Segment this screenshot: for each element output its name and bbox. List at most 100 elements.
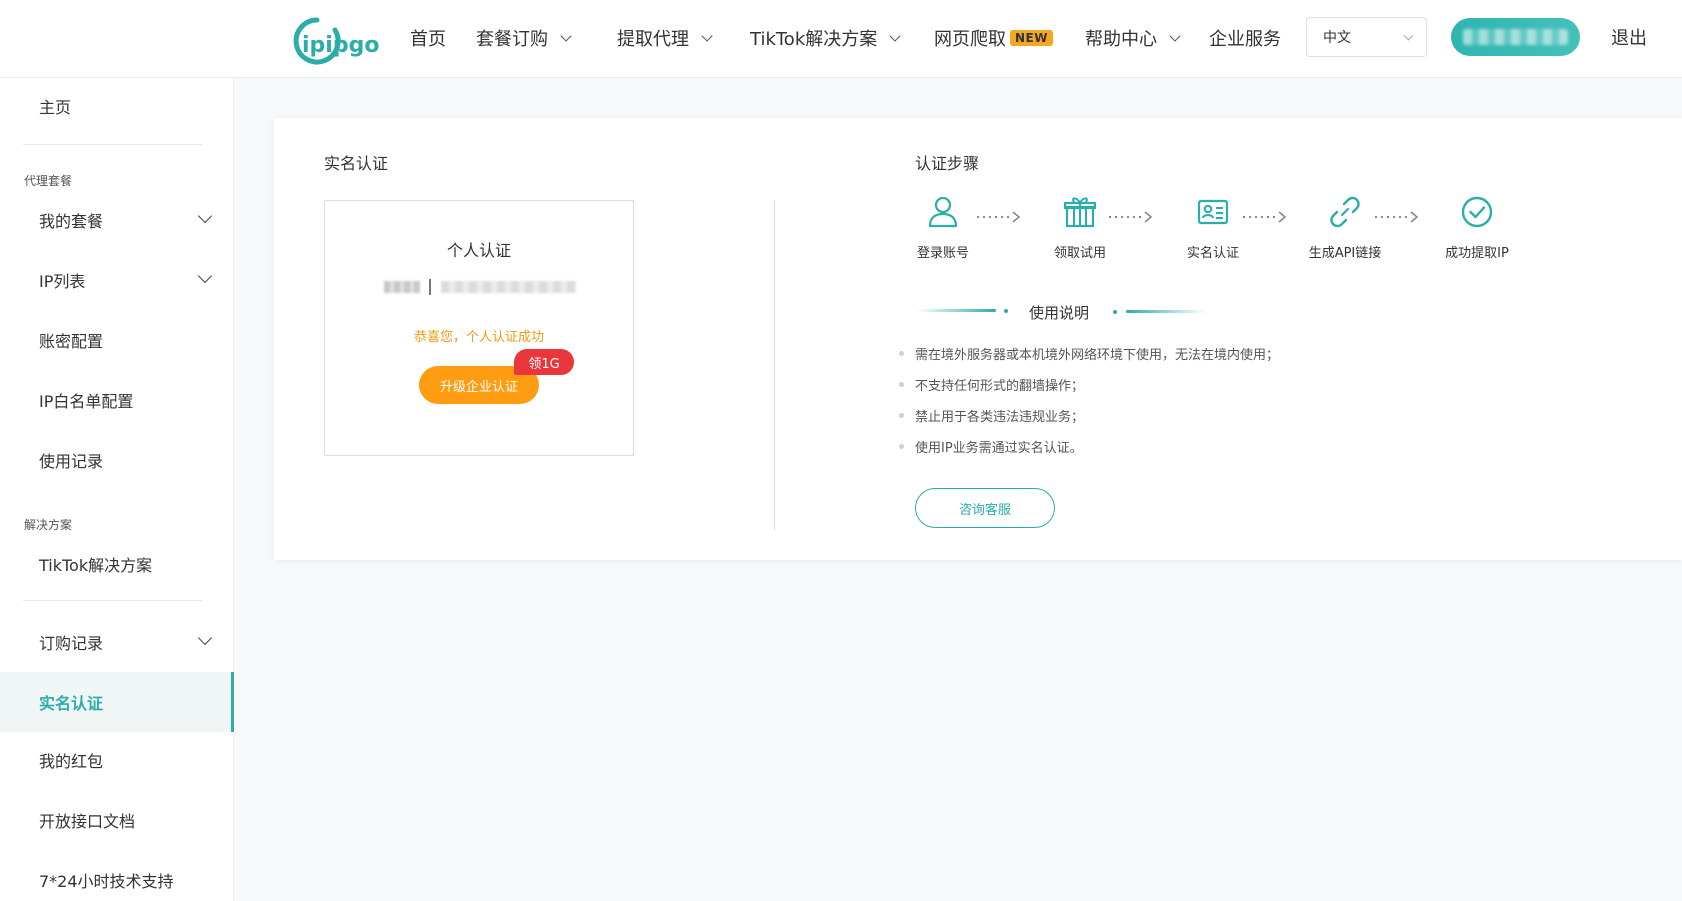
nav-crawl[interactable]: 网页爬取 NEW (934, 24, 1053, 52)
separator (429, 279, 431, 295)
step-label: 生成API链接 (1308, 246, 1382, 261)
nav-tiktok[interactable]: TikTok解决方案 (750, 24, 901, 52)
usage-title: 使用说明 (1029, 304, 1090, 322)
usage-note: 使用IP业务需通过实名认证。 (899, 437, 1083, 456)
usage-note: 禁止用于各类违法违规业务； (898, 406, 1084, 425)
masked-name (384, 281, 420, 293)
chevron-down-icon (889, 29, 901, 42)
dotted-arrow-icon (1242, 208, 1288, 223)
language-value: 中文 (1323, 30, 1351, 46)
dotted-arrow-icon (1374, 208, 1420, 223)
dotted-arrow-icon (1108, 208, 1154, 223)
decorative-dot (1113, 310, 1117, 314)
sidebar-item-real-name[interactable]: 实名认证 (0, 672, 234, 732)
section-title-steps: 认证步骤 (915, 154, 980, 173)
chevron-down-icon (197, 268, 213, 284)
decorative-dot (1004, 309, 1008, 313)
dotted-arrow-icon (976, 208, 1022, 223)
step-label: 实名认证 (1186, 246, 1239, 261)
decorative-line (916, 309, 996, 312)
sidebar-divider (23, 600, 202, 601)
sidebar-item-label: 实名认证 (39, 694, 104, 713)
id-card-icon (1193, 192, 1233, 232)
step-api-link: 生成API链接 (1290, 192, 1400, 261)
sidebar-section-proxy: 代理套餐 (24, 174, 73, 188)
chevron-down-icon (701, 29, 713, 42)
user-account-button[interactable] (1451, 18, 1580, 56)
sidebar-item-label: IP列表 (39, 272, 86, 291)
sidebar-item-label: 主页 (39, 98, 72, 117)
usage-note: 需在境外服务器或本机境外网络环境下使用，无法在境内使用； (898, 344, 1279, 363)
sidebar-item-label: TikTok解决方案 (39, 556, 153, 575)
language-select[interactable]: 中文 (1306, 17, 1427, 57)
nav-help-label: 帮助中心 (1085, 29, 1157, 50)
nav-enterprise[interactable]: 企业服务 (1209, 24, 1281, 52)
nav-extract-label: 提取代理 (617, 29, 689, 50)
step-login: 登录账号 (888, 192, 998, 261)
sidebar-item-label: 我的套餐 (39, 212, 104, 231)
sidebar-divider (23, 144, 202, 145)
verification-success-text: 恭喜您，个人认证成功 (413, 330, 544, 345)
check-circle-icon (1457, 192, 1497, 232)
step-trial: 领取试用 (1025, 192, 1135, 261)
chevron-down-icon (560, 29, 572, 42)
masked-username (1463, 29, 1568, 45)
svg-text:ipipgo: ipipgo (302, 33, 379, 58)
sidebar-item-tiktok[interactable]: TikTok解决方案 (0, 536, 234, 592)
sidebar-item-label: 订购记录 (39, 634, 104, 653)
step-extract-ip: 成功提取IP (1422, 192, 1532, 261)
consult-service-button[interactable]: 咨询客服 (915, 488, 1055, 528)
nav-packages[interactable]: 套餐订购 (476, 24, 572, 52)
logout-link[interactable]: 退出 (1611, 24, 1647, 50)
sidebar-section-solutions: 解决方案 (24, 518, 73, 532)
masked-identity-info (384, 279, 576, 295)
top-header: ipipgo 首页 套餐订购 提取代理 TikTok解决方案 网页爬取 NEW … (0, 0, 1682, 78)
chevron-down-icon (1169, 29, 1181, 42)
new-badge: NEW (1010, 30, 1053, 46)
sidebar-item-support[interactable]: 7*24小时技术支持 (0, 852, 234, 901)
link-icon (1325, 192, 1365, 232)
sidebar-item-account-config[interactable]: 账密配置 (0, 312, 234, 368)
nav-packages-label: 套餐订购 (476, 29, 548, 50)
ipipgo-logo[interactable]: ipipgo (287, 14, 399, 68)
step-label: 领取试用 (1053, 246, 1106, 261)
nav-tiktok-label: TikTok解决方案 (750, 29, 878, 50)
decorative-line (1126, 310, 1206, 313)
chevron-down-icon (197, 208, 213, 224)
section-title-real-name: 实名认证 (324, 154, 389, 173)
user-icon (923, 192, 963, 232)
sidebar-item-label: 我的红包 (39, 752, 104, 771)
sidebar-item-red-packets[interactable]: 我的红包 (0, 732, 234, 788)
sidebar-item-label: 账密配置 (39, 332, 104, 351)
sidebar-item-usage-records[interactable]: 使用记录 (0, 432, 234, 488)
usage-note: 不支持任何形式的翻墙操作； (898, 375, 1084, 394)
sidebar-item-label: IP白名单配置 (39, 392, 134, 411)
sidebar-item-label: 7*24小时技术支持 (39, 872, 174, 891)
sidebar-item-order-records[interactable]: 订购记录 (0, 614, 234, 670)
nav-home[interactable]: 首页 (410, 24, 446, 52)
verification-card: 实名认证 个人认证 恭喜您，个人认证成功 升级企业认证 领1G 认证步骤 登录账… (274, 118, 1682, 560)
nav-extract[interactable]: 提取代理 (617, 24, 713, 52)
nav-crawl-label: 网页爬取 (934, 29, 1006, 50)
gift-icon (1060, 192, 1100, 232)
nav-help[interactable]: 帮助中心 (1085, 24, 1181, 52)
step-label: 登录账号 (916, 246, 969, 261)
sidebar-item-label: 开放接口文档 (39, 812, 136, 831)
sidebar-item-ip-list[interactable]: IP列表 (0, 252, 234, 308)
sidebar: 主页 代理套餐 我的套餐 IP列表 账密配置 IP白名单配置 使用记录 解决方案… (0, 78, 234, 901)
chevron-down-icon (1403, 30, 1414, 41)
sidebar-item-whitelist[interactable]: IP白名单配置 (0, 372, 234, 428)
personal-verification-box: 个人认证 恭喜您，个人认证成功 升级企业认证 领1G (324, 200, 634, 456)
nav-enterprise-label: 企业服务 (1209, 29, 1281, 50)
gift-badge: 领1G (514, 349, 574, 375)
sidebar-item-label: 使用记录 (39, 452, 104, 471)
sidebar-item-home[interactable]: 主页 (0, 78, 234, 134)
step-label: 成功提取IP (1445, 246, 1509, 261)
masked-id-number (441, 281, 576, 293)
sidebar-item-my-packages[interactable]: 我的套餐 (0, 192, 234, 248)
vertical-divider (774, 200, 775, 530)
sidebar-item-api-docs[interactable]: 开放接口文档 (0, 792, 234, 848)
chevron-down-icon (197, 630, 213, 646)
nav-home-label: 首页 (410, 29, 446, 50)
personal-verification-title: 个人认证 (446, 241, 511, 260)
